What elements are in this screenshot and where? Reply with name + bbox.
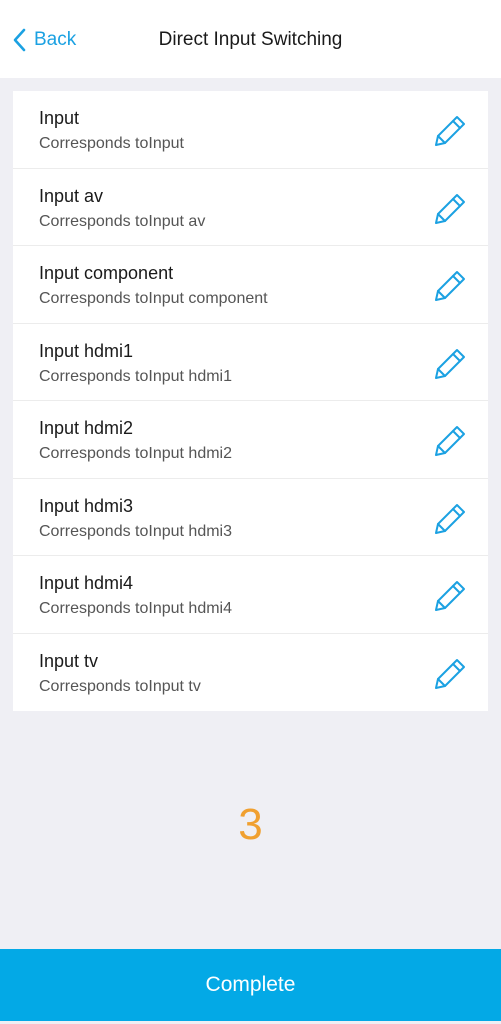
pencil-icon[interactable] [432, 268, 468, 304]
input-description: Corresponds toInput tv [39, 677, 201, 695]
input-name: Input av [39, 185, 104, 206]
input-name: Input hdmi3 [39, 495, 134, 516]
pencil-icon[interactable] [432, 113, 468, 149]
input-description: Corresponds toInput component [39, 290, 268, 307]
list-item[interactable]: Input component Corresponds toInput comp… [13, 246, 488, 324]
input-name: Input hdmi1 [39, 340, 134, 361]
pencil-icon[interactable] [432, 656, 468, 692]
input-description: Corresponds toInput av [39, 212, 206, 230]
pencil-icon[interactable] [432, 423, 468, 459]
input-description: Corresponds toInput [39, 135, 184, 152]
input-description: Corresponds toInput hdmi4 [39, 600, 232, 617]
list-item[interactable]: Input hdmi3 Corresponds toInput hdmi3 [13, 479, 488, 556]
input-description: Corresponds toInput hdmi2 [39, 445, 232, 462]
pencil-icon[interactable] [432, 578, 468, 614]
input-list: Input Corresponds toInput Input av Corre… [13, 91, 488, 711]
list-item[interactable]: Input hdmi1 Corresponds toInput hdmi1 [13, 324, 488, 401]
page-title: Direct Input Switching [0, 29, 501, 51]
pencil-icon[interactable] [432, 191, 468, 227]
list-item[interactable]: Input hdmi2 Corresponds toInput hdmi2 [13, 401, 488, 479]
input-name: Input [39, 108, 80, 128]
list-item[interactable]: Input av Corresponds toInput av [13, 169, 488, 246]
input-description: Corresponds toInput hdmi3 [39, 522, 232, 540]
input-name: Input tv [39, 650, 99, 671]
complete-button-label: Complete [205, 973, 296, 996]
list-item[interactable]: Input tv Corresponds toInput tv [13, 634, 488, 712]
header: Back Direct Input Switching [0, 0, 501, 78]
input-name: Input component [39, 263, 174, 283]
input-description: Corresponds toInput hdmi1 [39, 367, 232, 385]
pencil-icon[interactable] [432, 501, 468, 537]
complete-button[interactable]: Complete [0, 949, 501, 1021]
list-item[interactable]: Input hdmi4 Corresponds toInput hdmi4 [13, 556, 488, 634]
countdown-number: 3 [238, 800, 263, 849]
list-item[interactable]: Input Corresponds toInput [13, 91, 488, 169]
input-name: Input hdmi2 [39, 418, 134, 438]
input-name: Input hdmi4 [39, 573, 134, 593]
pencil-icon[interactable] [432, 346, 468, 382]
page-title-text: Direct Input Switching [158, 29, 343, 50]
